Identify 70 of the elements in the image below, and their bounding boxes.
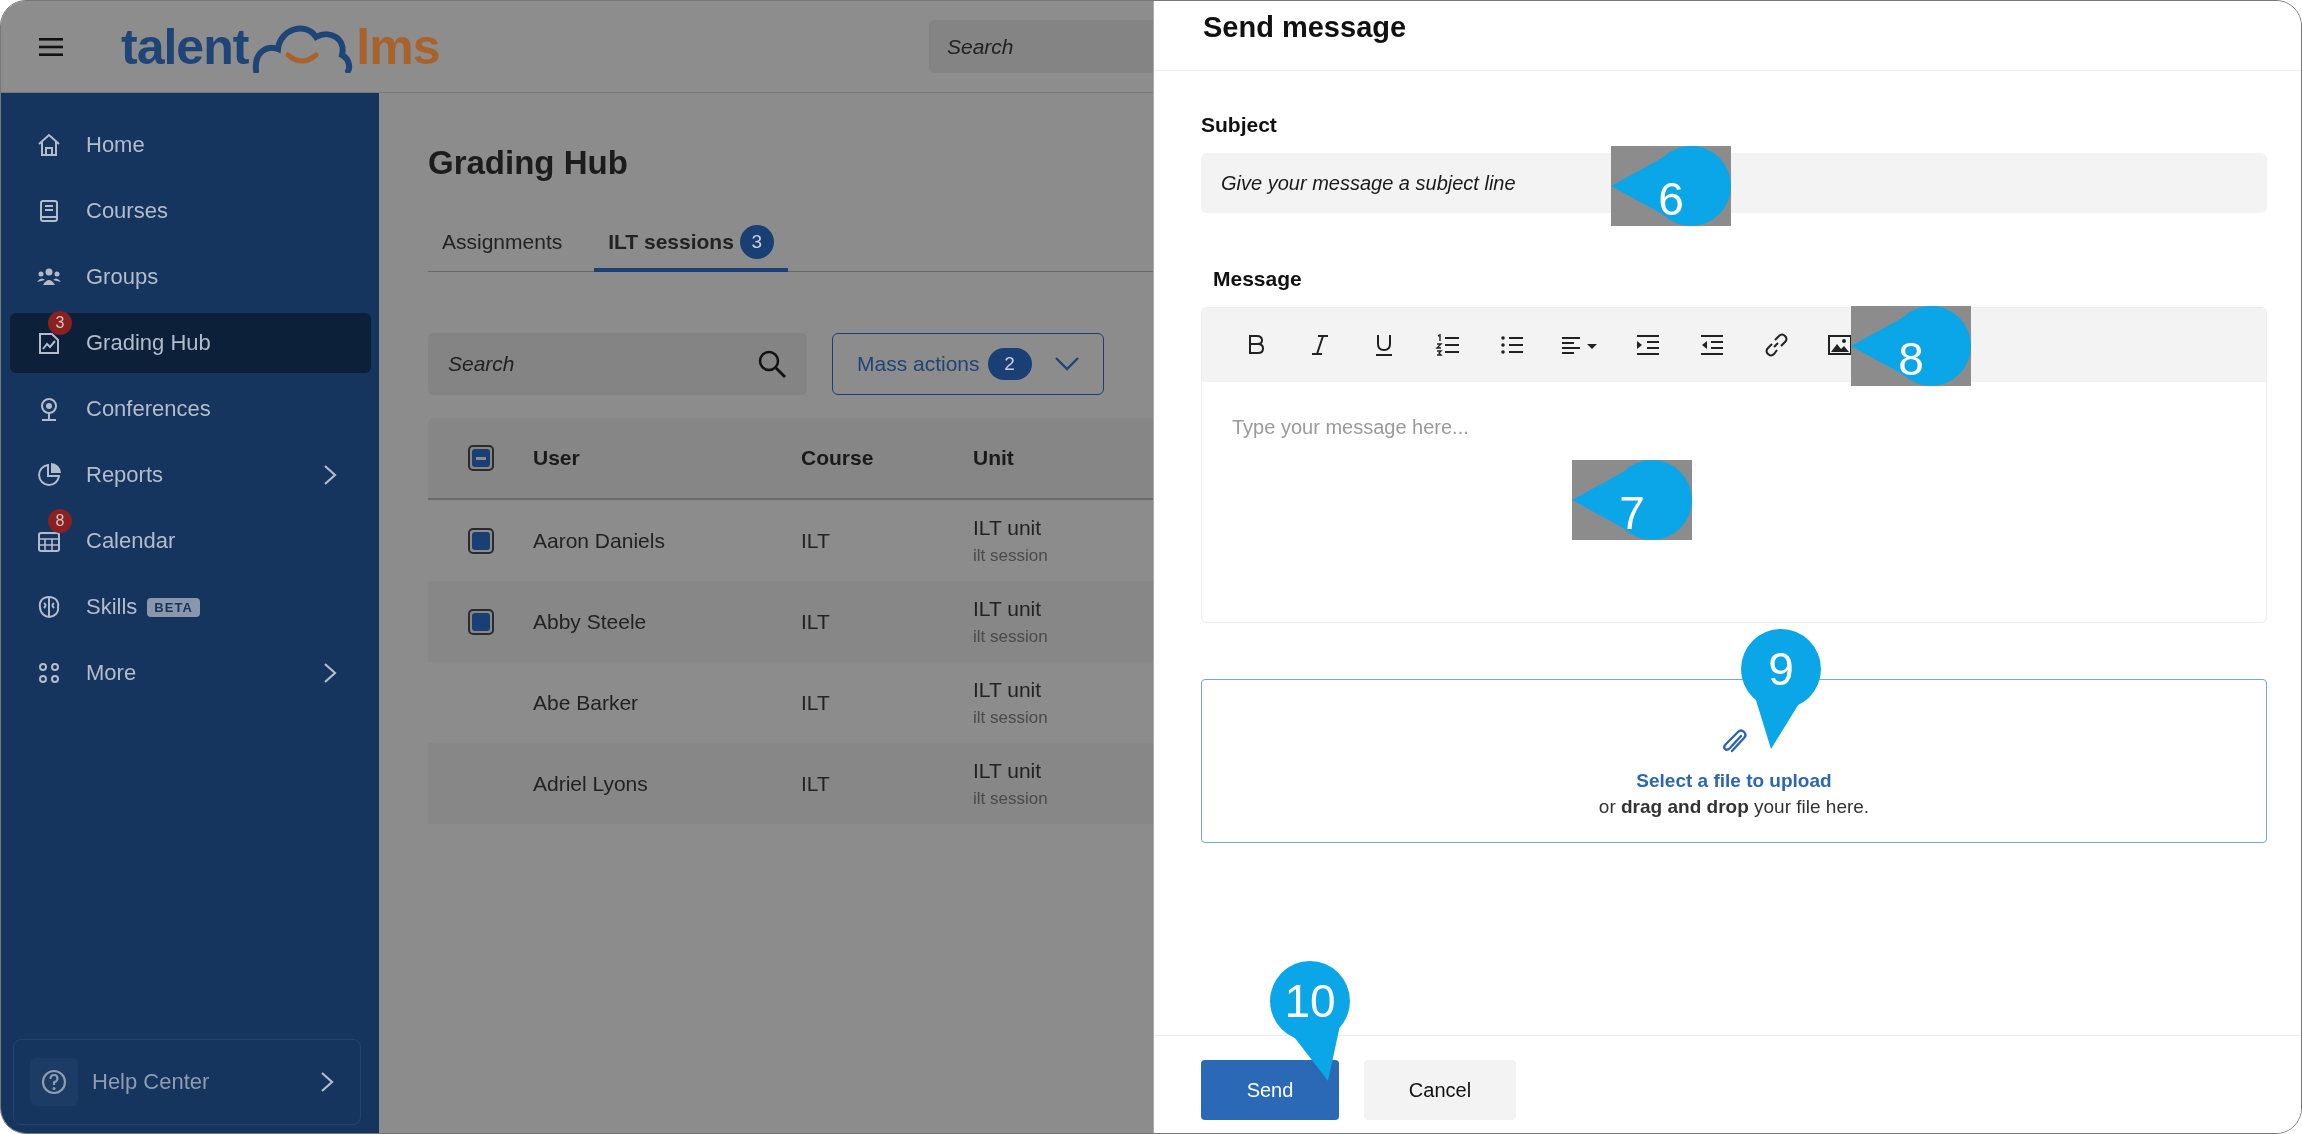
mass-actions-dropdown[interactable]: Mass actions 2 (832, 333, 1104, 395)
upload-link[interactable]: Select a file to upload (1636, 770, 1832, 792)
table-cell-text: Aaron Daniels (533, 528, 666, 553)
search-field[interactable]: Search (929, 20, 1153, 73)
sidebar-item[interactable]: Groups (10, 247, 371, 307)
table-cell: ilt session (973, 626, 1048, 647)
table-cell: ilt session (973, 545, 1048, 566)
callout-marker: 6 (1611, 146, 1731, 226)
column-header: Unit (973, 446, 1014, 470)
table-cell: ilt session (973, 788, 1048, 809)
sidebar-item[interactable]: Reports (10, 445, 371, 505)
image-icon[interactable] (1827, 332, 1853, 358)
chevron-down-icon (1055, 357, 1079, 371)
page-title: Grading Hub (428, 144, 629, 183)
table-cell-text: ILT unit (973, 515, 1043, 540)
column-header: Course (801, 446, 875, 470)
select-all-checkbox[interactable] (467, 445, 494, 471)
menu-icon[interactable] (39, 36, 63, 57)
table-cell-text: Abby Steele (533, 609, 648, 634)
sidebar-item[interactable]: Courses (10, 181, 371, 241)
table-cell-text: Abe Barker (533, 690, 640, 715)
logo-text: lms (356, 17, 440, 76)
question-icon (41, 1069, 67, 1095)
brain-icon (36, 594, 62, 620)
chevron-right-icon (320, 1071, 334, 1093)
table-cell-text: ILT unit (973, 758, 1043, 783)
search-icon (757, 349, 787, 379)
help-center-link[interactable]: Help Center (13, 1039, 361, 1125)
column-header: User (533, 446, 581, 470)
pie-chart-icon (36, 462, 62, 488)
upload-hint: or drag and drop your file here. (1598, 796, 1870, 818)
table-cell-text: ILT (801, 690, 831, 715)
sidebar-item[interactable]: Grading Hub 3 (10, 313, 371, 373)
field-label: Message (1213, 267, 1303, 291)
callout-marker: 7 (1572, 460, 1692, 540)
sidebar-item[interactable]: Skills BETA (10, 577, 371, 637)
count-badge: 3 (739, 224, 774, 259)
notification-badge: 3 (48, 311, 72, 335)
beta-tag: BETA (147, 597, 200, 617)
chart-document-icon (36, 330, 62, 356)
count-badge: 2 (987, 348, 1032, 380)
table-cell-text: ILT (801, 528, 831, 553)
logo-text: talent (121, 17, 249, 76)
send-button[interactable]: Send (1201, 1060, 1339, 1120)
row-checkbox[interactable] (467, 527, 494, 554)
outdent-icon[interactable] (1699, 332, 1725, 358)
table-cell-text: ILT (801, 609, 831, 634)
tab[interactable]: Assignments (428, 215, 577, 272)
sidebar-item[interactable]: Conferences (10, 379, 371, 439)
link-icon[interactable] (1763, 332, 1789, 358)
home-icon (36, 132, 62, 158)
tab[interactable]: ILT sessions 3 (594, 215, 788, 272)
field-label: Subject (1201, 113, 1278, 137)
indent-icon[interactable] (1635, 332, 1661, 358)
row-checkbox[interactable] (467, 608, 494, 635)
table-cell-text: ILT unit (973, 677, 1043, 702)
table-cell-text: Adriel Lyons (533, 771, 649, 796)
search-field[interactable]: Search (428, 333, 807, 395)
sidebar-item[interactable]: Home (10, 115, 371, 175)
sidebar-item[interactable]: Calendar 8 (10, 511, 371, 571)
panel-title: Send message (1203, 11, 1407, 44)
numbered-list-icon[interactable] (1435, 332, 1461, 358)
grid-icon (36, 660, 62, 686)
table-cell-text: ILT unit (973, 596, 1043, 621)
cancel-button[interactable]: Cancel (1364, 1060, 1516, 1120)
callout-marker: 8 (1851, 306, 1971, 386)
table-cell: ilt session (973, 707, 1048, 728)
notification-badge: 8 (48, 509, 72, 533)
table-cell-text: ILT (801, 771, 831, 796)
sidebar-item[interactable]: More (10, 643, 371, 703)
